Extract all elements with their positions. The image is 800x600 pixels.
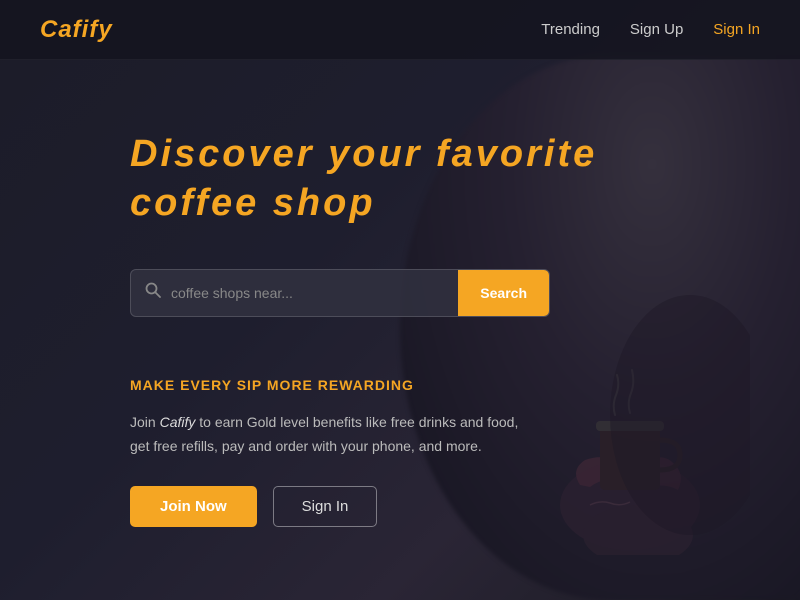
cta-brand-name: Cafify [160, 414, 196, 430]
main-content: Discover your favorite coffee shop Searc… [0, 60, 800, 527]
search-input[interactable] [171, 270, 458, 316]
nav-link-signup[interactable]: Sign Up [630, 21, 683, 38]
cta-headline: MAKE EVERY SIP MORE REWARDING [130, 377, 530, 393]
search-bar: Search [130, 269, 550, 317]
hero-title: Discover your favorite coffee shop [130, 130, 610, 229]
logo: Cafify [40, 16, 113, 44]
cta-section: MAKE EVERY SIP MORE REWARDING Join Cafif… [130, 377, 530, 528]
search-icon [145, 282, 161, 303]
cta-buttons: Join Now Sign In [130, 486, 530, 527]
nav-links: Trending Sign Up Sign In [541, 21, 760, 38]
cta-description: Join Cafify to earn Gold level benefits … [130, 411, 530, 459]
signin-button[interactable]: Sign In [273, 486, 378, 527]
search-button[interactable]: Search [458, 270, 549, 316]
join-now-button[interactable]: Join Now [130, 486, 257, 527]
navbar: Cafify Trending Sign Up Sign In [0, 0, 800, 60]
nav-link-signin[interactable]: Sign In [713, 21, 760, 38]
nav-link-trending[interactable]: Trending [541, 21, 600, 38]
